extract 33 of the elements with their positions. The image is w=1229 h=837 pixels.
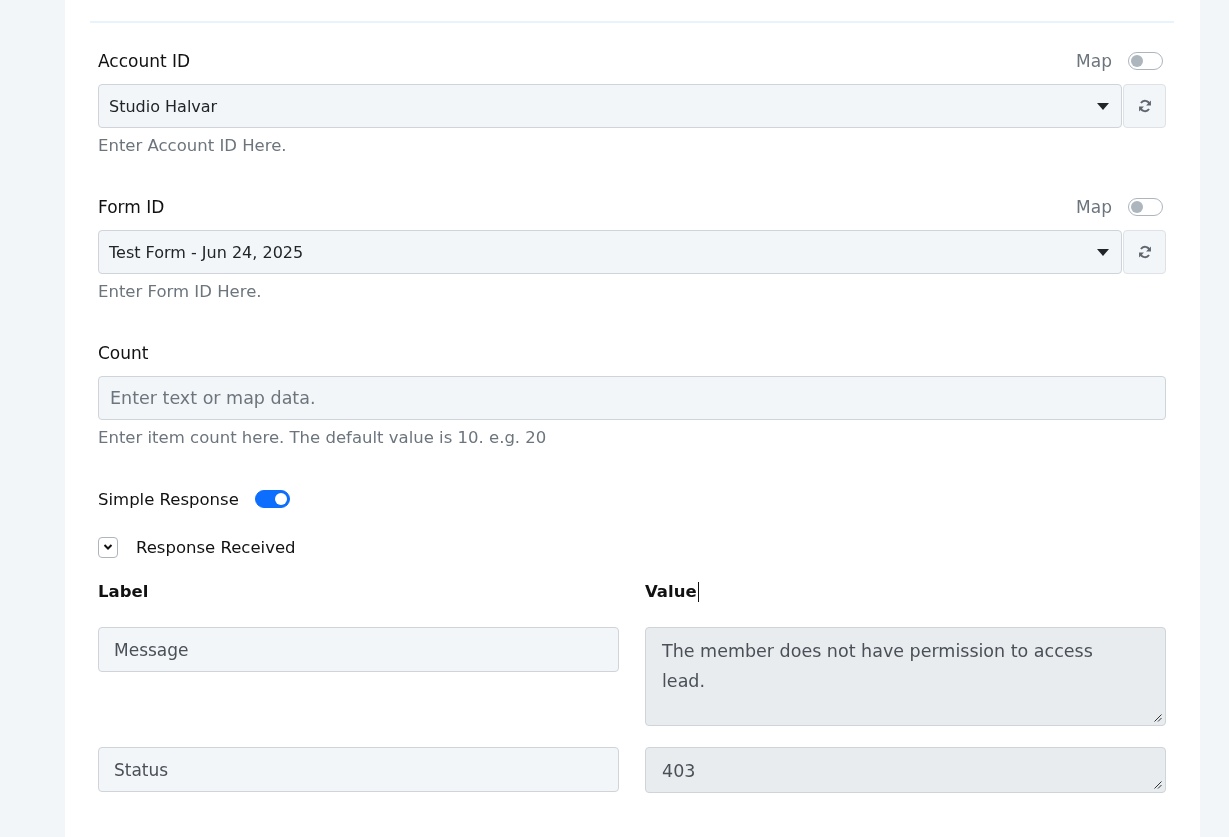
field-label: Account ID: [98, 51, 191, 71]
help-text: Enter Form ID Here.: [98, 282, 263, 302]
refresh-button[interactable]: [1123, 230, 1166, 274]
map-label: Map: [1076, 51, 1112, 71]
map-label: Map: [1076, 197, 1112, 217]
map-toggle[interactable]: [1128, 198, 1163, 216]
resize-grip-icon: [1154, 714, 1162, 722]
simple-response-toggle[interactable]: [254, 490, 290, 508]
field-label: Count: [98, 343, 149, 363]
expand-button[interactable]: [98, 536, 118, 558]
caret-icon: [1097, 102, 1109, 110]
refresh-icon: [1137, 99, 1152, 113]
text-cursor-icon: [697, 582, 699, 602]
map-toggle[interactable]: [1128, 52, 1163, 70]
chevron-down-icon: [103, 542, 113, 552]
refresh-button[interactable]: [1123, 84, 1166, 128]
switch-label: Simple Response: [98, 489, 239, 509]
refresh-icon: [1137, 245, 1152, 259]
column-heading: Value: [645, 582, 697, 602]
help-text: Enter item count here. The default value is 10. e.g. 20: [98, 428, 548, 448]
section-title: Response Received: [136, 537, 296, 557]
label-field[interactable]: Status: [98, 747, 619, 792]
caret-icon: [1097, 248, 1109, 256]
column-heading: Label: [98, 582, 149, 602]
select-field[interactable]: Studio Halvar: [98, 84, 1122, 128]
value-textarea[interactable]: The member does not have permission to access lead.: [645, 627, 1166, 726]
field-label: Form ID: [98, 197, 165, 217]
text-field[interactable]: Enter text or map data.: [98, 376, 1166, 420]
label-field[interactable]: Message: [98, 627, 619, 672]
select-field[interactable]: Test Form - Jun 24, 2025: [98, 230, 1122, 274]
help-text: Enter Account ID Here.: [98, 136, 288, 156]
resize-grip-icon: [1154, 781, 1162, 789]
value-textarea[interactable]: 403: [645, 747, 1166, 793]
